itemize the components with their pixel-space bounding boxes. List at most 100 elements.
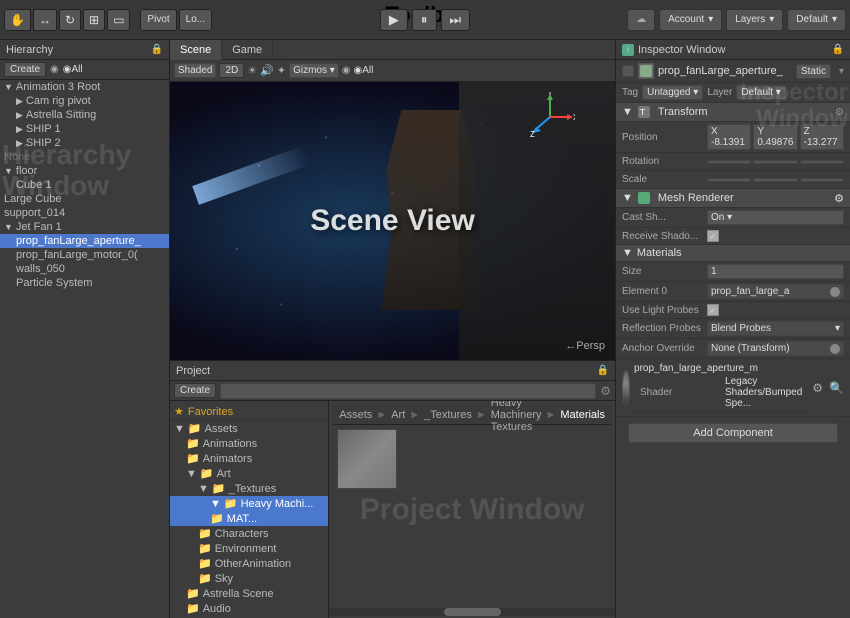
material-settings-icon[interactable]: ⚙ <box>812 381 823 395</box>
pivot-button[interactable]: Pivot <box>140 9 176 31</box>
hierarchy-item-largecube[interactable]: Large Cube <box>0 192 169 206</box>
hierarchy-item-camrigpivot[interactable]: ▶Cam rig pivot <box>0 94 169 108</box>
rect-tool-button[interactable]: ▭ <box>107 9 130 31</box>
step-button[interactable]: ⏭ <box>440 9 470 31</box>
effects-icon[interactable]: ✦ <box>277 64 286 77</box>
hierarchy-item-walls050[interactable]: walls_050 <box>0 262 169 276</box>
add-component-button[interactable]: Add Component <box>628 423 839 443</box>
project-item-sky[interactable]: 📁 Sky <box>170 571 328 586</box>
rotation-xyz <box>707 160 844 164</box>
hierarchy-item-particlesystem[interactable]: Particle System <box>0 276 169 290</box>
material-search-icon[interactable]: 🔍 <box>829 381 844 395</box>
project-item-art[interactable]: ▼ 📁 Art <box>170 466 328 481</box>
size-value[interactable]: 1 <box>707 264 844 279</box>
project-item-animators[interactable]: 📁 Animators <box>170 451 328 466</box>
audio-icon[interactable]: 🔊 <box>260 64 274 77</box>
scene-background: Scene View Y <box>170 82 615 360</box>
receive-shadows-checkbox[interactable]: ✓ <box>707 230 719 242</box>
project-item-textures[interactable]: ▼ 📁 _Textures <box>170 481 328 496</box>
hand-tool-button[interactable]: ✋ <box>4 9 31 31</box>
cast-shadows-value[interactable]: On ▾ <box>707 210 844 225</box>
position-z-field[interactable]: Z -13.277 <box>800 124 844 150</box>
layers-button[interactable]: Layers ▾ <box>726 9 783 31</box>
inspector-tab[interactable]: Inspector Window <box>638 44 725 56</box>
breadcrumb-assets[interactable]: Assets <box>339 409 372 421</box>
2d-button[interactable]: 2D <box>219 63 244 78</box>
move-tool-button[interactable]: ↔ <box>33 9 57 31</box>
project-item-audio[interactable]: 📁 Audio <box>170 601 328 616</box>
materials-section-header[interactable]: ▼ Materials <box>616 245 850 262</box>
anchor-value[interactable]: None (Transform) <box>707 341 844 356</box>
element0-value[interactable]: prop_fan_large_a <box>707 284 844 299</box>
hierarchy-item-astrellasitting[interactable]: ▶Astrella Sitting <box>0 108 169 122</box>
transform-section-header[interactable]: ▼ T Transform ⚙ <box>616 103 850 122</box>
layer-dropdown[interactable]: Default ▾ <box>736 85 786 100</box>
breadcrumb-art[interactable]: Art <box>391 409 405 421</box>
cloud-button[interactable]: ☁ <box>627 9 655 31</box>
hierarchy-item-propfanlarge[interactable]: prop_fanLarge_aperture_ <box>0 234 169 248</box>
play-button[interactable]: ▶ <box>380 9 408 31</box>
hierarchy-item-floor[interactable]: ▼floor <box>0 164 169 178</box>
scale-tool-button[interactable]: ⊞ <box>83 9 105 31</box>
receive-shadows-label: Receive Shado... <box>622 231 707 242</box>
rotation-z-field[interactable] <box>800 160 844 164</box>
project-tab[interactable]: Project <box>176 365 210 377</box>
hierarchy-item-support014[interactable]: support_014 <box>0 206 169 220</box>
project-create-button[interactable]: Create <box>174 383 216 398</box>
project-search-input[interactable] <box>220 383 596 399</box>
project-item-mat[interactable]: 📁 MAT... <box>170 511 328 526</box>
hierarchy-item-propfanmotor[interactable]: prop_fanLarge_motor_0( <box>0 248 169 262</box>
scale-x-field[interactable] <box>707 178 751 182</box>
transform-gear-icon[interactable]: ⚙ <box>835 107 844 118</box>
hierarchy-scroll[interactable]: ▼Animation 3 Root ▶Cam rig pivot ▶Astrel… <box>0 80 169 618</box>
reflection-probes-value[interactable]: Blend Probes ▾ <box>707 321 844 336</box>
file-thumbnail[interactable] <box>337 429 397 489</box>
project-item-assets[interactable]: ▼ 📁 Assets <box>170 421 328 436</box>
horizontal-scrollbar[interactable] <box>329 608 615 616</box>
shading-dropdown[interactable]: Shaded <box>174 63 216 78</box>
hierarchy-item-jetfan1[interactable]: ▼Jet Fan 1 <box>0 220 169 234</box>
static-chevron-icon[interactable]: ▾ <box>839 66 844 77</box>
meshrenderer-section-header[interactable]: ▼ Mesh Renderer ⚙ <box>616 189 850 208</box>
pause-button[interactable]: ⏸ <box>412 9 437 31</box>
scale-xyz <box>707 178 844 182</box>
project-settings-icon[interactable]: ⚙ <box>600 384 611 398</box>
position-y-field[interactable]: Y 0.49876 <box>753 124 797 150</box>
static-badge[interactable]: Static <box>796 64 831 79</box>
position-x-field[interactable]: X -8.1391 <box>707 124 751 150</box>
hierarchy-item-ship1[interactable]: ▶SHIP 1 <box>0 122 169 136</box>
hierarchy-item-none[interactable]: None <box>0 150 169 164</box>
scene-view[interactable]: Scene View Y <box>170 82 615 360</box>
project-item-characters[interactable]: 📁 Characters <box>170 526 328 541</box>
rotation-x-field[interactable] <box>707 160 751 164</box>
game-tab[interactable]: Game <box>222 40 273 60</box>
scale-z-field[interactable] <box>800 178 844 182</box>
hierarchy-item-animation3root[interactable]: ▼Animation 3 Root <box>0 80 169 94</box>
project-item-heavymachi[interactable]: ▼ 📁 Heavy Machi... <box>170 496 328 511</box>
project-item-animations[interactable]: 📁 Animations <box>170 436 328 451</box>
breadcrumb-materials[interactable]: Materials <box>560 409 605 421</box>
tag-dropdown[interactable]: Untagged ▾ <box>642 85 703 100</box>
project-item-environment[interactable]: 📁 Environment <box>170 541 328 556</box>
hierarchy-item-ship2[interactable]: ▶SHIP 2 <box>0 136 169 150</box>
default-button[interactable]: Default ▾ <box>787 9 846 31</box>
scene-tab[interactable]: Scene <box>170 40 222 60</box>
object-checkbox[interactable] <box>622 65 634 77</box>
local-button[interactable]: Lo... <box>179 9 212 31</box>
hierarchy-create-button[interactable]: Create <box>4 62 46 77</box>
gizmos-dropdown[interactable]: Gizmos ▾ <box>289 63 339 78</box>
breadcrumb-textures[interactable]: _Textures <box>424 409 472 421</box>
rotation-y-field[interactable] <box>753 160 797 164</box>
breadcrumb-heavymachinery[interactable]: Heavy Machinery Textures <box>491 401 542 433</box>
project-item-astrellascene[interactable]: 📁 Astrella Scene <box>170 586 328 601</box>
meshrenderer-gear-icon[interactable]: ⚙ <box>834 192 844 205</box>
lighting-icon[interactable]: ☀ <box>247 64 257 77</box>
hierarchy-tab[interactable]: Hierarchy <box>6 44 53 56</box>
project-item-otheranimation[interactable]: 📁 OtherAnimation <box>170 556 328 571</box>
account-button[interactable]: Account ▾ <box>659 9 722 31</box>
rotate-tool-button[interactable]: ↻ <box>59 9 81 31</box>
hierarchy-item-cube1[interactable]: Cube 1 <box>0 178 169 192</box>
scale-y-field[interactable] <box>753 178 797 182</box>
meshrenderer-arrow-icon: ▼ <box>622 192 633 204</box>
use-light-probes-checkbox[interactable]: ✓ <box>707 304 719 316</box>
